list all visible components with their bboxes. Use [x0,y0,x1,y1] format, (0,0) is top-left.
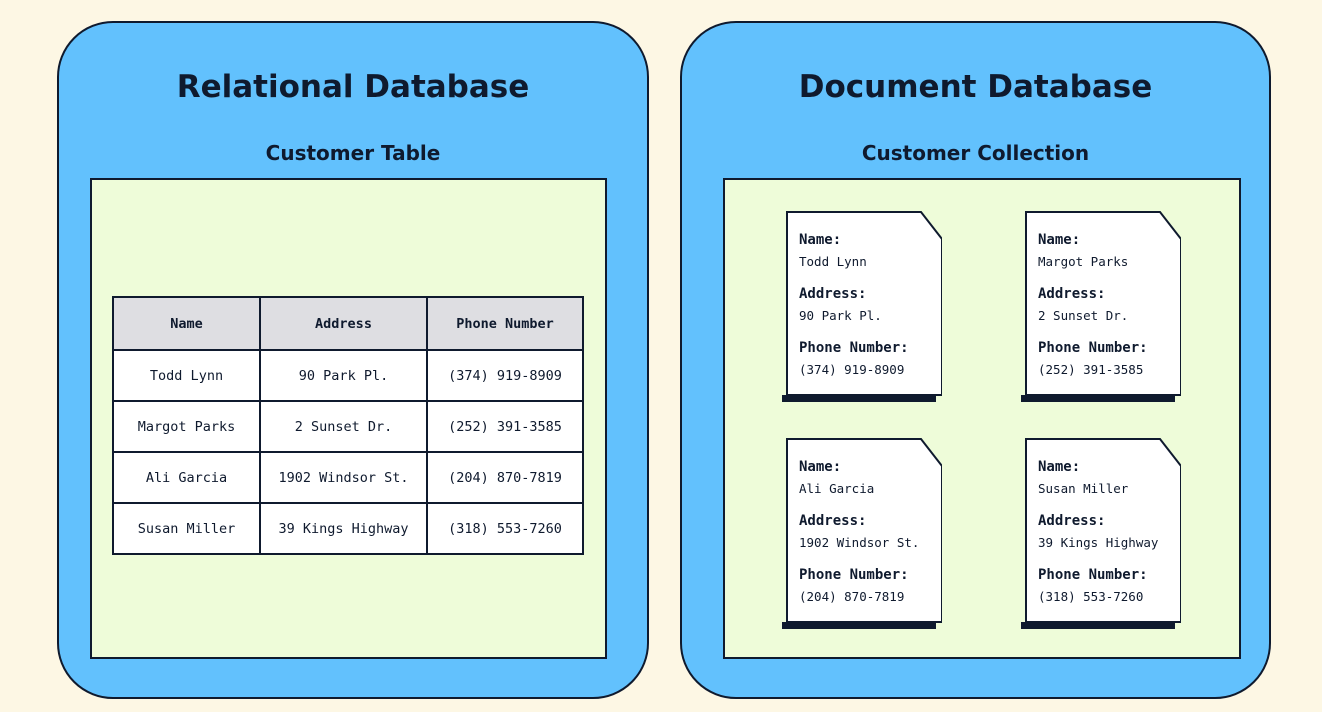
field-label-address: Address: [799,286,867,302]
cell-name: Ali Garcia [112,451,261,504]
field-label-phone: Phone Number: [799,567,909,583]
table-row: Todd Lynn 90 Park Pl. (374) 919-8909 [112,349,584,402]
cell-phone: (252) 391-3585 [426,400,584,453]
field-label-name: Name: [799,232,842,248]
cell-phone: (374) 919-8909 [426,349,584,402]
field-value-phone: (318) 553-7260 [1038,589,1144,604]
field-value-name: Margot Parks [1038,254,1129,269]
field-value-phone: (374) 919-8909 [799,362,905,377]
field-label-address: Address: [799,513,867,529]
cell-name: Margot Parks [112,400,261,453]
field-value-phone: (204) 870-7819 [799,589,905,604]
customer-collection-label: Customer Collection [861,141,1090,165]
cell-address: 39 Kings Highway [259,502,428,555]
field-label-phone: Phone Number: [1038,340,1148,356]
cell-name: Todd Lynn [112,349,261,402]
cell-phone: (204) 870-7819 [426,451,584,504]
column-header-name: Name [112,296,261,351]
cell-name: Susan Miller [112,502,261,555]
field-value-name: Ali Garcia [799,481,875,496]
field-label-address: Address: [1038,513,1106,529]
table-row: Ali Garcia 1902 Windsor St. (204) 870-78… [112,451,584,504]
column-header-phone: Phone Number [426,296,584,351]
field-value-address: 39 Kings Highway [1038,535,1159,550]
customer-table-area: Name Address Phone Number Todd Lynn 90 P… [90,178,607,659]
customer-collection-area: Name: Todd Lynn Address: 90 Park Pl. Pho… [723,178,1241,659]
cell-address: 90 Park Pl. [259,349,428,402]
cell-phone: (318) 553-7260 [426,502,584,555]
relational-title: Relational Database [176,69,530,105]
table-row: Margot Parks 2 Sunset Dr. (252) 391-3585 [112,400,584,453]
table-row: Susan Miller 39 Kings Highway (318) 553-… [112,502,584,555]
field-label-name: Name: [1038,232,1081,248]
customer-table: Name Address Phone Number Todd Lynn 90 P… [112,296,584,555]
cell-address: 2 Sunset Dr. [259,400,428,453]
document-card: Name: Margot Parks Address: 2 Sunset Dr.… [1021,211,1181,402]
column-header-address: Address [259,296,428,351]
document-card: Name: Todd Lynn Address: 90 Park Pl. Pho… [782,211,942,402]
table-header-row: Name Address Phone Number [112,296,584,351]
field-label-phone: Phone Number: [799,340,909,356]
field-label-phone: Phone Number: [1038,567,1148,583]
field-value-address: 2 Sunset Dr. [1038,308,1129,323]
document-card: Name: Ali Garcia Address: 1902 Windsor S… [782,438,942,629]
document-card: Name: Susan Miller Address: 39 Kings Hig… [1021,438,1181,629]
field-value-address: 1902 Windsor St. [799,535,920,550]
field-value-name: Susan Miller [1038,481,1129,496]
field-label-name: Name: [799,459,842,475]
relational-database-panel: Relational Database Customer Table Name … [57,21,649,699]
field-label-name: Name: [1038,459,1081,475]
document-database-panel: Document Database Customer Collection Na… [680,21,1271,699]
cell-address: 1902 Windsor St. [259,451,428,504]
field-value-phone: (252) 391-3585 [1038,362,1144,377]
field-value-name: Todd Lynn [799,254,867,269]
customer-table-label: Customer Table [265,141,441,165]
document-title: Document Database [798,69,1153,105]
field-value-address: 90 Park Pl. [799,308,882,323]
field-label-address: Address: [1038,286,1106,302]
